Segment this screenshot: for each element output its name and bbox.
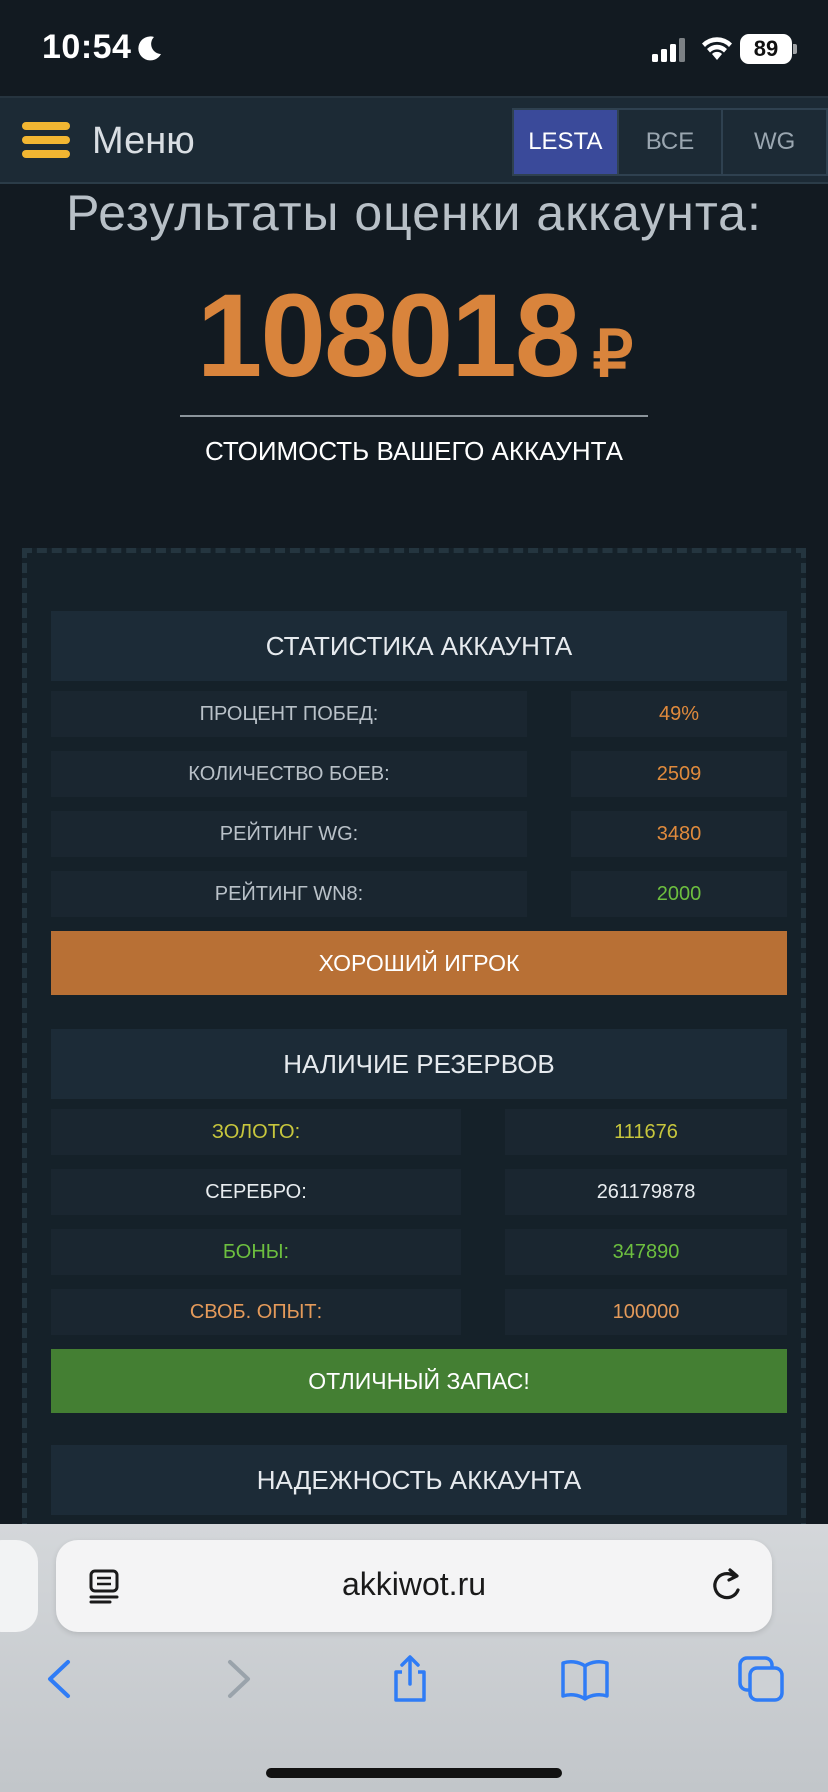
wifi-icon: [702, 37, 732, 60]
reserves-row-label: БОНЫ:: [51, 1229, 461, 1275]
hamburger-menu-icon[interactable]: [22, 122, 70, 162]
evaluation-panel: СТАТИСТИКА АККАУНТА ПРОЦЕНТ ПОБЕД: 49% К…: [22, 548, 806, 1548]
status-bar: 10:54 89: [0, 0, 828, 96]
tab-lesta[interactable]: LESTA: [514, 110, 617, 174]
reserves-header: НАЛИЧИЕ РЕЗЕРВОВ: [51, 1029, 787, 1099]
cellular-signal-icon: [652, 38, 685, 62]
platform-tabs: LESTA ВСЕ WG: [512, 108, 828, 176]
tabs-icon[interactable]: [736, 1654, 786, 1704]
stats-row-label: РЕЙТИНГ WG:: [51, 811, 527, 857]
price-value: 108018: [196, 270, 581, 402]
top-nav: Меню LESTA ВСЕ WG: [0, 96, 828, 184]
price-divider: [180, 415, 648, 417]
reserves-row-label: ЗОЛОТО:: [51, 1109, 461, 1155]
reserves-verdict-banner: ОТЛИЧНЫЙ ЗАПАС!: [51, 1349, 787, 1413]
reload-icon[interactable]: [708, 1566, 746, 1606]
status-time: 10:54: [42, 28, 132, 66]
player-verdict-banner: ХОРОШИЙ ИГРОК: [51, 931, 787, 995]
stats-row-value: 3480: [571, 811, 787, 857]
battery-tip: [793, 44, 797, 54]
tab-all[interactable]: ВСЕ: [616, 110, 722, 174]
stats-row-label: КОЛИЧЕСТВО БОЕВ:: [51, 751, 527, 797]
share-icon[interactable]: [385, 1654, 435, 1704]
home-indicator: [266, 1768, 562, 1778]
menu-label[interactable]: Меню: [92, 120, 195, 163]
browser-bottom-bar: akkiwot.ru: [0, 1524, 828, 1792]
reserves-row-value: 111676: [505, 1109, 787, 1155]
back-icon[interactable]: [36, 1654, 86, 1704]
tab-wg[interactable]: WG: [721, 110, 827, 174]
account-price: 108018 ₽: [0, 268, 828, 404]
moon-icon: [138, 36, 161, 61]
stats-row-value: 2000: [571, 871, 787, 917]
address-bar[interactable]: akkiwot.ru: [56, 1540, 772, 1632]
forward-icon[interactable]: [212, 1654, 262, 1704]
url-text[interactable]: akkiwot.ru: [56, 1566, 772, 1603]
stats-header: СТАТИСТИКА АККАУНТА: [51, 611, 787, 681]
reserves-row-value: 100000: [505, 1289, 787, 1335]
stats-row-value: 49%: [571, 691, 787, 737]
battery-level: 89: [753, 36, 779, 61]
currency-symbol: ₽: [592, 318, 634, 390]
battery-indicator: 89: [740, 34, 792, 64]
reserves-row-value: 347890: [505, 1229, 787, 1275]
page-title: Результаты оценки аккаунта:: [66, 185, 762, 241]
reserves-row-label: СВОБ. ОПЫТ:: [51, 1289, 461, 1335]
stats-row-value: 2509: [571, 751, 787, 797]
reserves-row-value: 261179878: [505, 1169, 787, 1215]
stats-row-label: ПРОЦЕНТ ПОБЕД:: [51, 691, 527, 737]
bookmarks-icon[interactable]: [560, 1654, 610, 1704]
stats-row-label: РЕЙТИНГ WN8:: [51, 871, 527, 917]
reserves-row-label: СЕРЕБРО:: [51, 1169, 461, 1215]
reliability-header: НАДЕЖНОСТЬ АККАУНТА: [51, 1445, 787, 1515]
previous-tab-preview[interactable]: [0, 1540, 38, 1632]
price-caption: СТОИМОСТЬ ВАШЕГО АККАУНТА: [204, 436, 624, 466]
